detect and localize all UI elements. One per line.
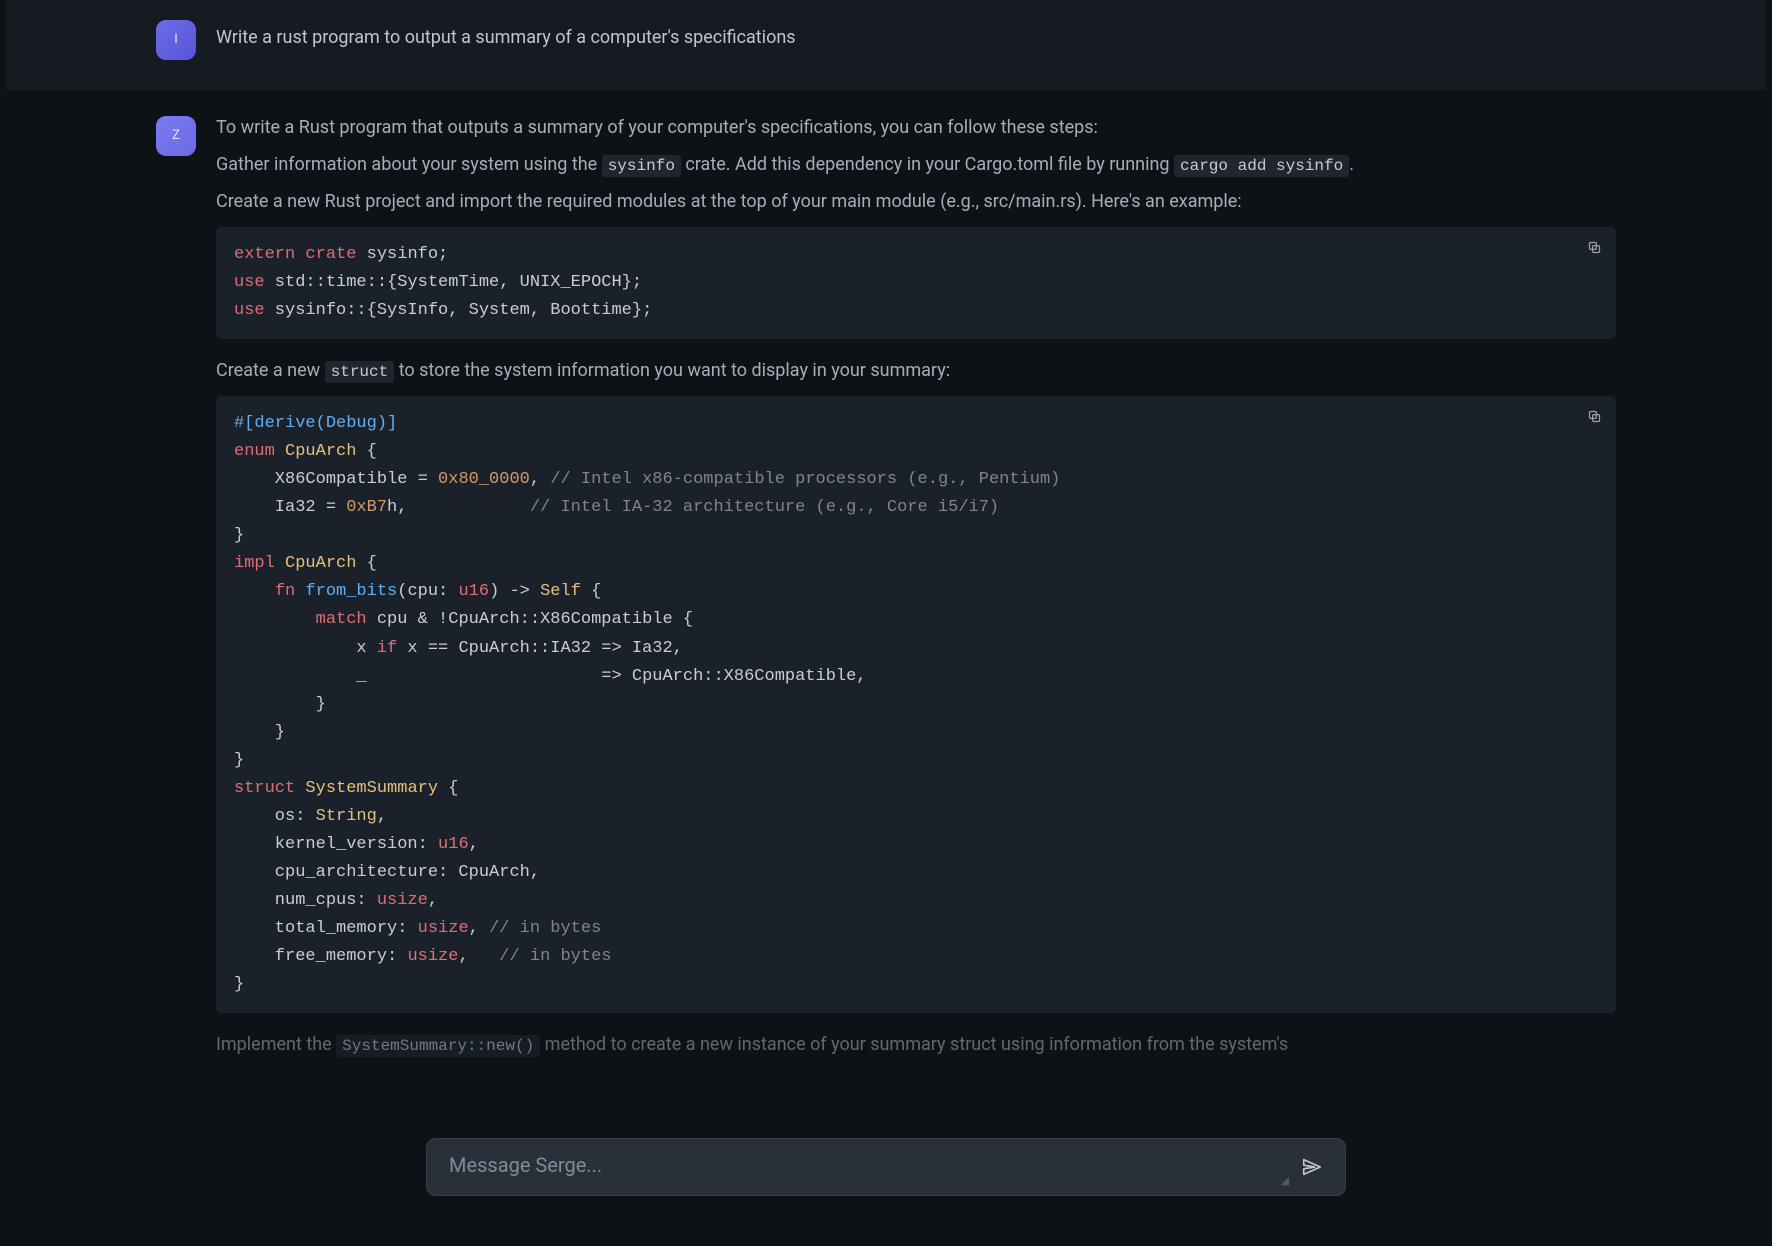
message-input-bar[interactable]: ◢ — [426, 1138, 1346, 1196]
inline-code-struct: struct — [325, 361, 395, 383]
user-avatar: I — [156, 20, 196, 60]
code-block-2: #[derive(Debug)] enum CpuArch { X86Compa… — [216, 396, 1616, 1013]
user-message-text: Write a rust program to output a summary… — [216, 18, 1616, 60]
inline-code-new: SystemSummary::new() — [336, 1035, 540, 1057]
inline-code-sysinfo: sysinfo — [602, 155, 681, 177]
assistant-para-1: To write a Rust program that outputs a s… — [216, 114, 1616, 141]
code-block-1: extern crate sysinfo; use std::time::{Sy… — [216, 227, 1616, 339]
message-input[interactable] — [449, 1153, 1289, 1181]
assistant-avatar-letter: Z — [172, 126, 180, 146]
assistant-message-row: Z To write a Rust program that outputs a… — [6, 114, 1766, 1068]
user-message-row: I Write a rust program to output a summa… — [6, 18, 1766, 60]
assistant-para-2: Gather information about your system usi… — [216, 151, 1616, 178]
send-icon — [1301, 1156, 1323, 1178]
code-block-2-content: #[derive(Debug)] enum CpuArch { X86Compa… — [234, 410, 1598, 999]
copy-icon — [1587, 240, 1602, 255]
send-button[interactable] — [1301, 1156, 1323, 1178]
copy-code-button[interactable] — [1582, 235, 1606, 259]
assistant-avatar: Z — [156, 116, 196, 156]
copy-icon — [1587, 409, 1602, 424]
code-block-1-content: extern crate sysinfo; use std::time::{Sy… — [234, 241, 1598, 325]
inline-code-cargo-add: cargo add sysinfo — [1174, 155, 1349, 177]
assistant-para-4: Create a new struct to store the system … — [216, 357, 1616, 384]
assistant-para-3: Create a new Rust project and import the… — [216, 188, 1616, 215]
assistant-para-5: Implement the SystemSummary::new() metho… — [216, 1031, 1616, 1058]
scroll-fadeout — [6, 1076, 1766, 1136]
assistant-message-body: To write a Rust program that outputs a s… — [216, 114, 1616, 1068]
copy-code-button[interactable] — [1582, 404, 1606, 428]
user-avatar-letter: I — [174, 30, 178, 50]
